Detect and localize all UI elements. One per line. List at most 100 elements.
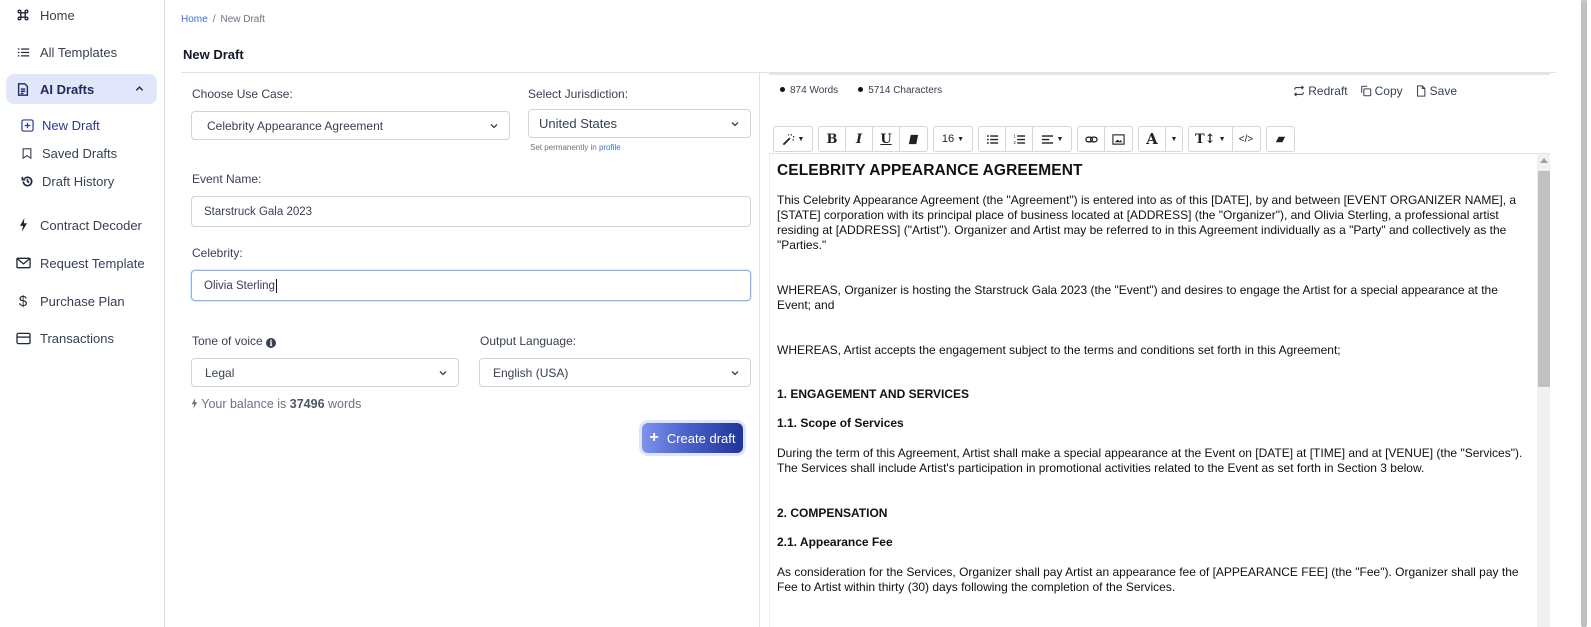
page-scrollbar[interactable] <box>1578 0 1591 627</box>
balance-amount: 37496 <box>289 397 325 411</box>
save-button[interactable]: Save <box>1415 84 1457 98</box>
line-height-button[interactable]: T↕ ▼ <box>1189 127 1233 151</box>
app: Home All Templates AI Drafts New Draft S… <box>0 0 1591 627</box>
history-icon <box>20 174 34 188</box>
font-size-value: 16 <box>941 133 955 145</box>
sidebar-item-home[interactable]: Home <box>6 0 157 30</box>
sidebar-subitem-label: Saved Drafts <box>42 145 118 161</box>
sidebar: Home All Templates AI Drafts New Draft S… <box>0 0 165 627</box>
sidebar-item-ai-drafts[interactable]: AI Drafts <box>6 74 157 104</box>
chevron-down-icon <box>731 371 739 376</box>
jurisdiction-hint: Set permanently in profile <box>530 143 621 152</box>
eraser-icon <box>1275 136 1285 142</box>
align-icon <box>1041 134 1053 144</box>
align-button[interactable]: ▼ <box>1033 127 1071 151</box>
use-case-select[interactable]: Celebrity Appearance Agreement <box>191 111 510 140</box>
jurisdiction-select[interactable]: United States <box>528 109 751 138</box>
profile-link[interactable]: profile <box>599 143 621 152</box>
line-height-icon: T↕ <box>1195 131 1216 147</box>
bold-icon: B <box>826 131 838 147</box>
create-draft-button[interactable]: + Create draft <box>642 423 743 453</box>
italic-button[interactable]: I <box>846 127 873 151</box>
copy-icon <box>1360 85 1371 97</box>
breadcrumb-home-link[interactable]: Home <box>181 14 208 25</box>
document-icon <box>15 81 31 97</box>
sidebar-subitem-draft-history[interactable]: Draft History <box>20 170 114 192</box>
font-color-dropdown[interactable]: ▼ <box>1166 127 1182 151</box>
word-count-text: 874 Words <box>790 85 839 96</box>
toolbar-group-paragraph: 12 ▼ <box>978 126 1072 152</box>
insert-image-button[interactable] <box>1105 127 1132 151</box>
sidebar-item-purchase-plan[interactable]: $ Purchase Plan <box>6 286 157 316</box>
event-name-input[interactable]: Starstruck Gala 2023 <box>191 196 751 227</box>
dropdown-caret-icon: ▼ <box>1170 135 1178 143</box>
sidebar-subitem-new-draft[interactable]: New Draft <box>20 114 100 136</box>
sidebar-item-label: Request Template <box>40 255 145 271</box>
remove-format-button[interactable] <box>1267 127 1294 151</box>
command-icon <box>15 7 31 23</box>
redraft-label: Redraft <box>1308 84 1348 98</box>
editor-actions: Redraft Copy Save <box>1293 84 1457 98</box>
subsection-heading: 2.1. Appearance Fee <box>777 535 893 549</box>
subsection-heading: 1.1. Scope of Services <box>777 416 904 430</box>
sidebar-subitem-label: New Draft <box>42 117 100 133</box>
document-scrollbar[interactable] <box>1537 154 1550 627</box>
sidebar-item-request-template[interactable]: Request Template <box>6 248 157 278</box>
insert-link-button[interactable] <box>1078 127 1105 151</box>
clear-format-button[interactable] <box>900 127 927 151</box>
toolbar-group-font-size: 16 ▼ <box>933 126 973 152</box>
document-paragraph: WHEREAS, Organizer is hosting the Starst… <box>777 283 1498 312</box>
info-icon[interactable]: i <box>266 338 277 348</box>
celebrity-input[interactable]: Olivia Sterling <box>191 270 751 301</box>
balance-prefix: Your balance is <box>201 397 287 411</box>
chevron-down-icon <box>439 371 447 376</box>
copy-label: Copy <box>1374 84 1403 98</box>
save-label: Save <box>1429 84 1457 98</box>
envelope-icon <box>15 255 31 271</box>
chevron-up-icon[interactable] <box>134 82 145 97</box>
sidebar-item-all-templates[interactable]: All Templates <box>6 37 157 67</box>
unordered-list-button[interactable] <box>979 127 1006 151</box>
tone-select[interactable]: Legal <box>191 358 459 387</box>
font-color-button[interactable]: A <box>1139 127 1166 151</box>
card-icon <box>15 330 31 346</box>
list-icon <box>15 44 31 60</box>
magic-style-button[interactable]: ▼ <box>774 127 812 151</box>
document-paragraph: This Celebrity Appearance Agreement (the… <box>777 193 1517 252</box>
language-select[interactable]: English (USA) <box>479 358 751 387</box>
document-scrollbar-thumb[interactable] <box>1538 171 1550 387</box>
code-view-button[interactable]: </> <box>1233 127 1260 151</box>
italic-icon: I <box>855 131 863 147</box>
document-content[interactable]: CELEBRITY APPEARANCE AGREEMENT This Cele… <box>777 154 1527 625</box>
document-editor[interactable]: CELEBRITY APPEARANCE AGREEMENT This Cele… <box>769 153 1550 627</box>
bullet-icon <box>780 86 785 92</box>
bullet-icon <box>858 86 864 92</box>
toolbar-group-misc: T↕ ▼ </> <box>1188 126 1261 152</box>
breadcrumb-current: New Draft <box>220 14 265 25</box>
editor-top-divider <box>769 73 1550 75</box>
jurisdiction-value: United States <box>539 116 618 131</box>
balance-info: Your balance is 37496 words <box>191 397 361 411</box>
bookmark-icon <box>20 146 34 160</box>
scroll-up-icon[interactable] <box>1540 158 1548 163</box>
document-title: CELEBRITY APPEARANCE AGREEMENT <box>777 162 1083 179</box>
svg-text:1: 1 <box>1013 133 1016 138</box>
bold-button[interactable]: B <box>819 127 846 151</box>
page-scrollbar-thumb[interactable] <box>1581 0 1587 627</box>
sidebar-subitem-saved-drafts[interactable]: Saved Drafts <box>20 142 117 164</box>
toolbar-group-color: A ▼ <box>1138 126 1183 152</box>
chevron-down-icon <box>490 124 498 129</box>
ordered-list-button[interactable]: 12 <box>1006 127 1033 151</box>
underline-button[interactable]: U <box>873 127 900 151</box>
use-case-value: Celebrity Appearance Agreement <box>207 118 384 133</box>
document-stats: 874 Words 5714 Characters <box>780 85 942 96</box>
redraft-button[interactable]: Redraft <box>1293 84 1348 98</box>
copy-button[interactable]: Copy <box>1360 84 1403 98</box>
document-paragraph: During the term of this Agreement, Artis… <box>777 446 1523 475</box>
font-size-select[interactable]: 16 ▼ <box>934 127 972 151</box>
event-name-label: Event Name: <box>192 172 262 186</box>
editor-toolbar: ▼ B I U 16 ▼ 12 ▼ A ▼ T↕ ▼ </> <box>773 126 1295 152</box>
sidebar-item-transactions[interactable]: Transactions <box>6 323 157 353</box>
sidebar-item-contract-decoder[interactable]: Contract Decoder <box>6 210 157 240</box>
document-paragraph: WHEREAS, Artist accepts the engagement s… <box>777 343 1341 357</box>
